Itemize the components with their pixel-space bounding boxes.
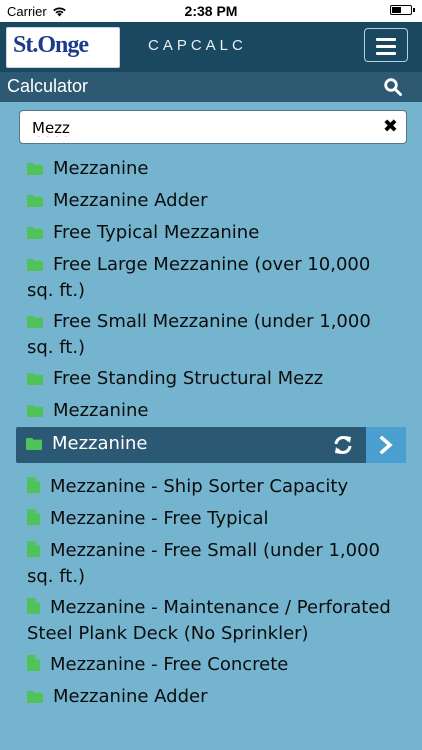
list-item-label: Mezzanine - Free Small (under 1,000 sq. … [27,540,380,587]
document-icon [27,475,40,500]
folder-list-item[interactable]: Mezzanine [0,156,422,182]
menu-button[interactable] [364,28,408,62]
list-item-label: Mezzanine Adder [53,686,208,707]
status-bar: Carrier 2:38 PM [0,0,422,22]
list-item-label: Mezzanine Adder [53,190,208,211]
document-icon [27,539,40,564]
clear-search-icon[interactable]: ✖ [383,116,398,137]
search-field[interactable]: ✖ [19,110,407,144]
document-icon [27,596,40,621]
battery-icon [390,5,415,15]
list-item-label: Free Large Mezzanine (over 10,000 sq. ft… [27,254,371,301]
folder-list-item[interactable]: Mezzanine Adder [0,188,422,214]
list-item-label: Mezzanine [53,400,149,421]
folder-icon [27,189,43,214]
folder-list-item[interactable]: Mezzanine [0,398,422,424]
hamburger-menu-icon [376,38,396,41]
status-time: 2:38 PM [184,3,238,19]
folder-list-item[interactable]: Free Small Mezzanine (under 1,000 sq. ft… [0,309,422,360]
folder-icon [27,221,43,246]
folder-icon [27,253,43,278]
stonge-logo[interactable]: St.Onge [6,27,120,68]
document-list-item[interactable]: Mezzanine - Ship Sorter Capacity [0,474,422,500]
list-item-label: Mezzanine - Ship Sorter Capacity [50,476,349,497]
refresh-icon[interactable] [332,434,354,468]
document-list-item[interactable]: Mezzanine - Free Concrete [0,652,422,678]
search-input[interactable] [30,116,364,140]
list-item-label: Free Small Mezzanine (under 1,000 sq. ft… [27,311,371,358]
app-header: St.Onge CAPCALC [0,22,422,72]
calculator-bar: Calculator [0,72,422,102]
folder-icon [27,157,43,182]
document-icon [27,653,40,678]
list-item-label: Free Standing Structural Mezz [53,368,324,389]
folder-icon [27,685,43,710]
folder-list-item[interactable]: Mezzanine [16,427,406,463]
logo-wordmark: St.Onge [13,32,89,58]
folder-list-item[interactable]: Free Large Mezzanine (over 10,000 sq. ft… [0,252,422,303]
folder-list-item[interactable]: Free Typical Mezzanine [0,220,422,246]
document-list-item[interactable]: Mezzanine - Maintenance / Perforated Ste… [0,595,422,646]
folder-list-item[interactable]: Free Standing Structural Mezz [0,366,422,392]
document-list-item[interactable]: Mezzanine - Free Small (under 1,000 sq. … [0,538,422,589]
document-list-item[interactable]: Mezzanine - Free Typical [0,506,422,532]
document-icon [27,507,40,532]
folder-icon [26,428,42,462]
list-item-label: Mezzanine - Free Typical [50,508,269,529]
search-icon[interactable] [384,78,402,96]
section-title: Calculator [7,76,89,96]
folder-icon [27,399,43,424]
list-item-label: Mezzanine - Maintenance / Perforated Ste… [27,597,391,644]
open-item-button[interactable] [366,427,406,463]
chevron-right-icon [379,436,393,454]
folder-list-item[interactable]: Mezzanine Adder [0,684,422,710]
list-item-label: Mezzanine [53,158,149,179]
list-item-label: Mezzanine - Free Concrete [50,654,289,675]
list-item-label: Mezzanine [52,433,148,454]
folder-icon [27,367,43,392]
folder-icon [27,310,43,335]
app-title: CAPCALC [148,37,247,54]
list-item-label: Free Typical Mezzanine [53,222,260,243]
results-list: Mezzanine Mezzanine Adder Free Typical Mez… [0,150,422,710]
